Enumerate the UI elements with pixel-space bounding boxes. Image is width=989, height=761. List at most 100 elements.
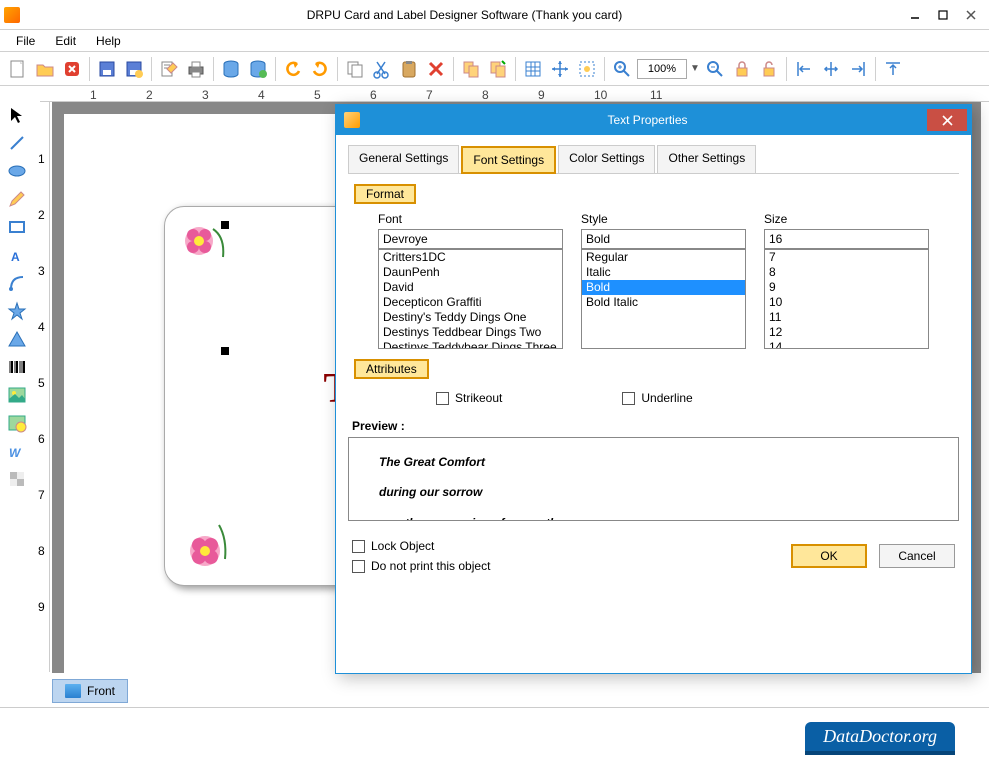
database2-icon[interactable] xyxy=(246,57,270,81)
saveas-icon[interactable] xyxy=(122,57,146,81)
noprint-checkbox[interactable]: Do not print this object xyxy=(352,559,779,573)
close-button[interactable] xyxy=(957,4,985,26)
watermark-badge: DataDoctor.org xyxy=(805,722,955,755)
style-list[interactable]: Regular Italic Bold Bold Italic xyxy=(581,249,746,349)
font-item[interactable]: Destinys Teddbear Dings Two xyxy=(379,325,562,340)
size-list[interactable]: 7 8 9 10 11 12 14 16 xyxy=(764,249,929,349)
barcode-icon[interactable] xyxy=(4,354,30,380)
dialog-titlebar[interactable]: Text Properties xyxy=(336,105,971,135)
arc-icon[interactable] xyxy=(4,270,30,296)
text-icon[interactable]: A xyxy=(4,242,30,268)
align-left-icon[interactable] xyxy=(792,57,816,81)
checkbox-icon xyxy=(436,392,449,405)
flower-decoration-bottom xyxy=(175,515,235,575)
app-icon xyxy=(4,7,20,23)
font-item[interactable]: Destinys Teddybear Dings Three xyxy=(379,340,562,349)
align-top-icon[interactable] xyxy=(881,57,905,81)
font-item[interactable]: David xyxy=(379,280,562,295)
cancel-button[interactable]: Cancel xyxy=(879,544,955,568)
zoomin-icon[interactable] xyxy=(610,57,634,81)
maximize-button[interactable] xyxy=(929,4,957,26)
size-item[interactable]: 11 xyxy=(765,310,928,325)
underline-checkbox[interactable]: Underline xyxy=(622,391,692,405)
fit-icon[interactable] xyxy=(575,57,599,81)
cut-icon[interactable] xyxy=(370,57,394,81)
style-item[interactable]: Bold Italic xyxy=(582,295,745,310)
font-list[interactable]: Critters1DC DaunPenh David Decepticon Gr… xyxy=(378,249,563,349)
font-item[interactable]: Decepticon Graffiti xyxy=(379,295,562,310)
cursor-icon[interactable] xyxy=(4,102,30,128)
style-item[interactable]: Italic xyxy=(582,265,745,280)
align-center-icon[interactable] xyxy=(819,57,843,81)
edit-list-icon[interactable] xyxy=(157,57,181,81)
checkbox-icon xyxy=(622,392,635,405)
paste-icon[interactable] xyxy=(397,57,421,81)
print-icon[interactable] xyxy=(184,57,208,81)
minimize-button[interactable] xyxy=(901,4,929,26)
tab-color[interactable]: Color Settings xyxy=(558,145,655,173)
lock-object-checkbox[interactable]: Lock Object xyxy=(352,539,779,553)
size-item[interactable]: 14 xyxy=(765,340,928,349)
font-item[interactable]: Critters1DC xyxy=(379,250,562,265)
tab-font[interactable]: Font Settings xyxy=(461,146,556,174)
zoom-input[interactable] xyxy=(637,59,687,79)
save-icon[interactable] xyxy=(95,57,119,81)
wordart-icon[interactable]: W xyxy=(4,438,30,464)
clone-icon[interactable] xyxy=(459,57,483,81)
style-input[interactable] xyxy=(581,229,746,249)
undo-icon[interactable] xyxy=(281,57,305,81)
page-tab-front[interactable]: Front xyxy=(52,679,128,703)
font-input[interactable] xyxy=(378,229,563,249)
strikeout-label: Strikeout xyxy=(455,391,502,405)
style-item-selected[interactable]: Bold xyxy=(582,280,745,295)
ruler-horizontal: 1 2 3 4 5 6 7 8 9 10 11 xyxy=(40,86,989,102)
transparency-icon[interactable] xyxy=(4,466,30,492)
line-icon[interactable] xyxy=(4,130,30,156)
selection-handle[interactable] xyxy=(221,221,229,229)
copy-icon[interactable] xyxy=(343,57,367,81)
size-item[interactable]: 7 xyxy=(765,250,928,265)
selection-handle[interactable] xyxy=(221,347,229,355)
image-icon[interactable] xyxy=(4,382,30,408)
font-item[interactable]: DaunPenh xyxy=(379,265,562,280)
font-item[interactable]: Destiny's Teddy Dings One xyxy=(379,310,562,325)
pencil-icon[interactable] xyxy=(4,186,30,212)
style-item[interactable]: Regular xyxy=(582,250,745,265)
redo-icon[interactable] xyxy=(308,57,332,81)
star-icon[interactable] xyxy=(4,298,30,324)
ok-button[interactable]: OK xyxy=(791,544,867,568)
new-icon[interactable] xyxy=(6,57,30,81)
open-icon[interactable] xyxy=(33,57,57,81)
grid-icon[interactable] xyxy=(521,57,545,81)
menu-edit[interactable]: Edit xyxy=(47,32,84,50)
size-item[interactable]: 10 xyxy=(765,295,928,310)
close-doc-icon[interactable] xyxy=(60,57,84,81)
size-label: Size xyxy=(764,212,929,226)
delete-icon[interactable] xyxy=(424,57,448,81)
triangle-icon[interactable] xyxy=(4,326,30,352)
size-input[interactable] xyxy=(764,229,929,249)
unlock-icon[interactable] xyxy=(757,57,781,81)
strikeout-checkbox[interactable]: Strikeout xyxy=(436,391,502,405)
lock-icon[interactable] xyxy=(730,57,754,81)
format-section-label: Format xyxy=(354,184,416,204)
size-item[interactable]: 8 xyxy=(765,265,928,280)
image2-icon[interactable] xyxy=(4,410,30,436)
menu-file[interactable]: File xyxy=(8,32,43,50)
rect-icon[interactable] xyxy=(4,214,30,240)
size-item[interactable]: 12 xyxy=(765,325,928,340)
style-label: Style xyxy=(581,212,746,226)
move-icon[interactable] xyxy=(548,57,572,81)
tab-general[interactable]: General Settings xyxy=(348,145,459,173)
tab-other[interactable]: Other Settings xyxy=(657,145,756,173)
preview-text: The Great Comfort during our sorrow was … xyxy=(379,444,928,521)
dialog-close-button[interactable] xyxy=(927,109,967,131)
database-icon[interactable] xyxy=(219,57,243,81)
align-right-icon[interactable] xyxy=(846,57,870,81)
zoom-dropdown-icon[interactable]: ▼ xyxy=(690,63,700,74)
clone2-icon[interactable] xyxy=(486,57,510,81)
size-item[interactable]: 9 xyxy=(765,280,928,295)
ellipse-icon[interactable] xyxy=(4,158,30,184)
zoomout-icon[interactable] xyxy=(703,57,727,81)
menu-help[interactable]: Help xyxy=(88,32,129,50)
